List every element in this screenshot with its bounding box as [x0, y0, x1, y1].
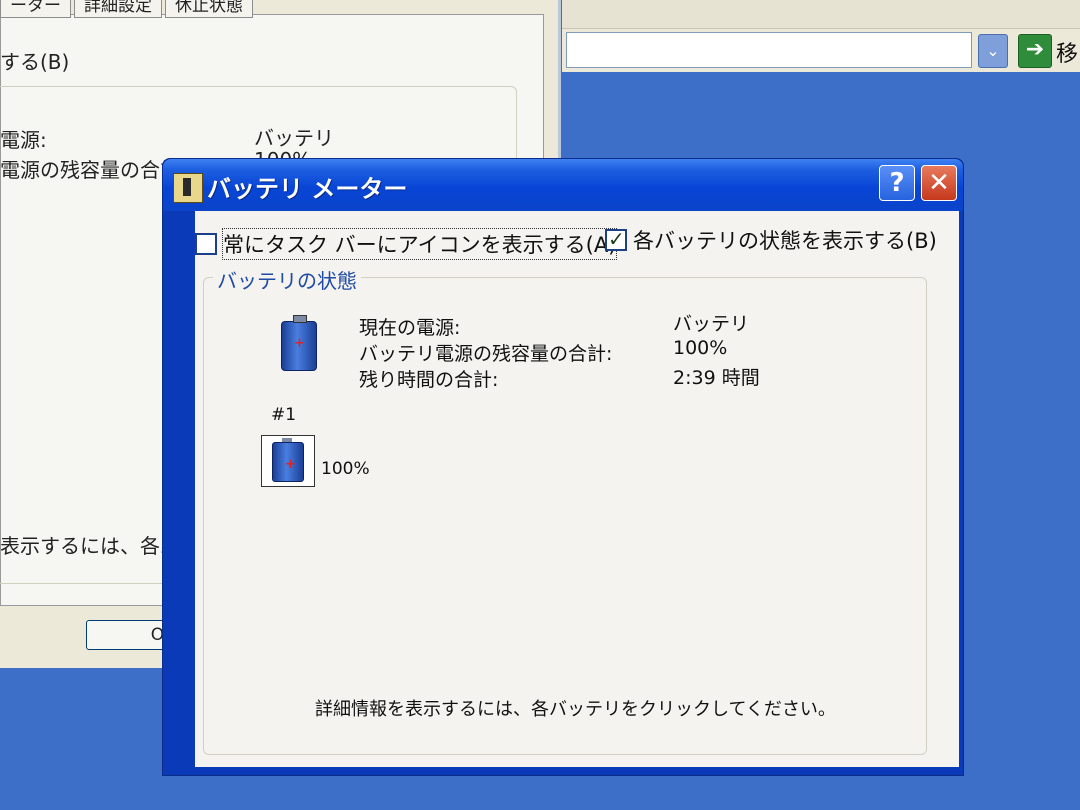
battery-1-percent: 100%: [321, 459, 370, 479]
power-source-value: バッテリ: [673, 313, 750, 335]
total-time-value: 2:39 時間: [673, 367, 760, 389]
address-bar-strip: ⌄ ➔ 移: [562, 0, 1080, 72]
background-power-source-label: 電源:: [0, 128, 47, 152]
dialog-title: バッテリ メーター: [207, 175, 408, 203]
background-checkbox-label[interactable]: する(B): [0, 46, 69, 75]
close-button[interactable]: ✕: [921, 165, 957, 201]
tab-meter[interactable]: ーター: [0, 0, 71, 18]
battery-unit-label: #1: [271, 405, 297, 425]
hint-text: 詳細情報を表示するには、各バッテリをクリックしてください。: [315, 699, 836, 720]
show-each-battery-checkbox[interactable]: [605, 227, 627, 251]
total-remaining-label: バッテリ電源の残容量の合計:: [359, 343, 613, 365]
show-each-battery-label[interactable]: 各バッテリの状態を表示する(B): [633, 225, 937, 255]
power-source-label: 現在の電源:: [359, 317, 461, 339]
background-remaining-label: 電源の残容量の合計: [0, 158, 180, 182]
background-tabs: ーター 詳細設定 休止状態: [0, 0, 256, 18]
total-remaining-value: 100%: [673, 337, 728, 359]
taskbar-icon-option[interactable]: 常にタスク バーにアイコンを表示する(A): [195, 228, 618, 260]
menu-strip: [562, 0, 1080, 29]
total-time-label: 残り時間の合計:: [359, 369, 499, 391]
background-power-source-value: バッテリ: [254, 126, 334, 150]
battery-meter-icon: [173, 173, 203, 203]
tab-hibernate[interactable]: 休止状態: [165, 0, 253, 18]
battery-icon: +: [281, 315, 317, 371]
battery-icon: +: [272, 438, 304, 482]
go-button-label[interactable]: 移: [1056, 36, 1078, 68]
address-input[interactable]: [566, 32, 972, 68]
dialog-client-area: 常にタスク バーにアイコンを表示する(A) 各バッテリの状態を表示する(B) バ…: [195, 211, 959, 767]
show-each-battery-option[interactable]: 各バッテリの状態を表示する(B): [605, 225, 937, 255]
battery-meter-dialog: バッテリ メーター ? ✕ 常にタスク バーにアイコンを表示する(A) 各バッテ…: [162, 158, 964, 776]
arrow-right-icon[interactable]: ➔: [1018, 34, 1052, 68]
taskbar-icon-checkbox[interactable]: [195, 233, 217, 255]
chevron-down-icon[interactable]: ⌄: [978, 34, 1008, 68]
battery-1-button[interactable]: +: [261, 435, 315, 487]
battery-status-group-title: バッテリの状態: [213, 265, 361, 294]
taskbar-icon-label[interactable]: 常にタスク バーにアイコンを表示する(A): [221, 228, 618, 260]
help-button[interactable]: ?: [879, 165, 915, 201]
tab-advanced[interactable]: 詳細設定: [74, 0, 162, 18]
title-bar[interactable]: バッテリ メーター ? ✕: [163, 159, 963, 211]
